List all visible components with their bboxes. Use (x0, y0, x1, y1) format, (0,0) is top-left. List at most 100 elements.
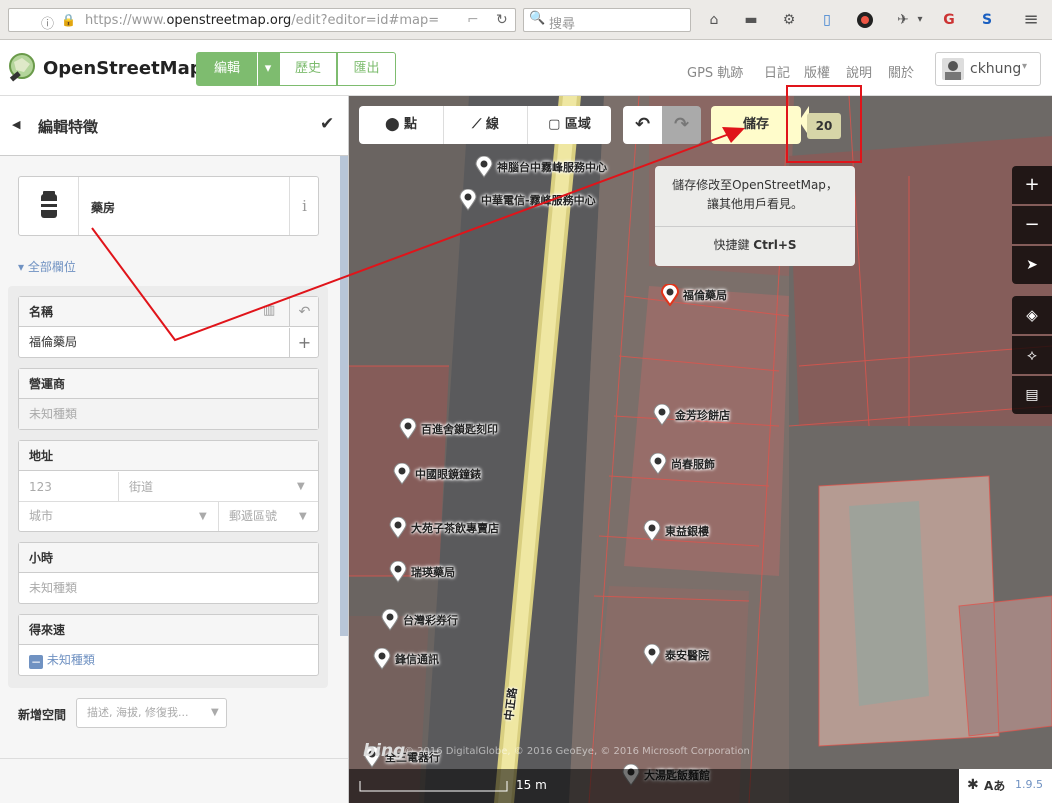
info-icon[interactable]: i (289, 177, 319, 235)
field-operator: 營運商 未知種類 (18, 368, 319, 430)
add-field-label: 新增空間 (18, 708, 67, 722)
chevron-down-icon[interactable]: ▾ (911, 11, 929, 29)
osm-logo-icon[interactable] (8, 52, 38, 87)
add-line-button[interactable]: ⟋ 線 (443, 106, 527, 144)
field-address-header: 地址 (19, 441, 318, 471)
url-bar[interactable]: ⓘ 🔒 https://www.openstreetmap.org/edit?e… (8, 8, 516, 32)
add-area-button[interactable]: ▢ 區域 (527, 106, 611, 144)
add-point-button[interactable]: ⬤ 點 (359, 106, 443, 144)
help-button[interactable]: ▤ (1012, 376, 1052, 414)
poi-label[interactable]: 台灣彩券行 (403, 612, 458, 628)
reload-icon[interactable]: ↻ (496, 12, 508, 28)
geolocate-button[interactable]: ➤ (1012, 246, 1052, 284)
poi-label[interactable]: 尚春服飾 (671, 456, 715, 472)
addon-s-icon[interactable]: S (978, 11, 996, 29)
color-wheel-icon[interactable] (856, 11, 874, 29)
site-title[interactable]: OpenStreetMap (43, 58, 203, 79)
poi-marker-icon[interactable] (660, 283, 680, 307)
minus-icon: − (1024, 214, 1040, 235)
sidebar-scrollbar[interactable] (340, 156, 348, 636)
version-link[interactable]: 1.9.5 (1015, 778, 1043, 791)
poi-marker-icon[interactable] (643, 519, 661, 542)
menu-icon[interactable]: ≡ (1022, 11, 1040, 29)
all-fields-toggle[interactable]: ▾ 全部欄位 (18, 258, 76, 275)
drivethrough-check[interactable]: − 未知種類 (19, 645, 318, 675)
nav-copyright[interactable]: 版權 (804, 62, 830, 81)
poi-marker-icon[interactable] (393, 462, 411, 485)
poi-label[interactable]: 福倫藥局 (683, 287, 727, 303)
poi-label[interactable]: 鋒信通訊 (395, 651, 439, 667)
url-text[interactable]: https://www.openstreetmap.org/edit?edito… (85, 13, 439, 28)
street-input[interactable]: 街道 ▼ (119, 472, 318, 502)
user-menu[interactable]: ckhung ▾ (935, 52, 1041, 86)
poi-marker-icon[interactable] (475, 155, 493, 178)
poi-label[interactable]: 泰安醫院 (665, 647, 709, 663)
checkmark-icon[interactable]: ✔ (320, 114, 334, 134)
nav-about[interactable]: 關於 (888, 62, 914, 81)
triangle-down-icon: ▾ (18, 260, 25, 274)
poi-label[interactable]: 瑞瑛藥局 (411, 564, 455, 580)
city-input[interactable]: 城市 ▼ (19, 502, 219, 531)
page-icon[interactable]: ▯ (818, 11, 836, 29)
poi-marker-icon[interactable] (381, 608, 399, 631)
poi-marker-icon[interactable] (459, 188, 477, 211)
poi-marker-icon[interactable] (643, 643, 661, 666)
bug-icon[interactable]: ✱ (967, 777, 979, 793)
trash-icon[interactable]: ▥ (263, 303, 275, 318)
poi-label[interactable]: 百進舍鎖匙刻印 (421, 421, 498, 437)
poi-label[interactable]: 大苑子茶飲專賣店 (411, 520, 499, 536)
zoom-out-button[interactable]: − (1012, 206, 1052, 244)
map-data-button[interactable]: ⟡ (1012, 336, 1052, 374)
nav-diary[interactable]: 日記 (764, 62, 790, 81)
undo-icon: ↶ (634, 114, 651, 135)
extension-icon[interactable]: ✈ (894, 11, 912, 29)
language-toggle[interactable]: Aあ (984, 777, 1005, 794)
poi-marker-icon[interactable] (649, 452, 667, 475)
home-icon[interactable]: ⌂ (705, 11, 723, 29)
folder-icon[interactable]: ▬ (742, 11, 760, 29)
operator-placeholder: 未知種類 (29, 407, 78, 421)
caret-down-icon: ▾ (264, 61, 272, 76)
poi-marker-icon[interactable] (399, 417, 417, 440)
poi-marker-icon[interactable] (389, 560, 407, 583)
info-icon[interactable]: ⓘ (41, 13, 54, 32)
map-area[interactable]: ⬤ 點 ⟋ 線 ▢ 區域 ↶ ↷ 儲存 20 儲存修改至OpenStreetMa… (349, 96, 1052, 803)
field-hours-label: 小時 (29, 551, 54, 565)
shortcut-prefix: 快捷鍵 (713, 238, 754, 252)
poi-marker-icon[interactable] (389, 516, 407, 539)
tab-export[interactable]: 匯出 (337, 52, 396, 86)
scale-bar[interactable] (359, 777, 509, 793)
add-translation-icon[interactable]: + (289, 328, 319, 357)
background-settings-button[interactable]: ◈ (1012, 296, 1052, 334)
add-field-input[interactable]: 描述, 海拔, 修復我... ▼ (76, 698, 227, 728)
poi-label[interactable]: 中華電信-霧峰服務中心 (481, 192, 596, 208)
search-input[interactable]: 🔍 搜尋 (523, 8, 691, 32)
poi-marker-icon[interactable] (373, 647, 391, 670)
gear-icon[interactable]: ⚙ (780, 11, 798, 29)
poi-label[interactable]: 金芳珍餅店 (675, 407, 730, 423)
postcode-input[interactable]: 郵遞區號 ▼ (219, 502, 318, 531)
zoom-in-button[interactable]: + (1012, 166, 1052, 204)
preset-selector[interactable]: 藥房 i (18, 176, 319, 236)
nav-help[interactable]: 說明 (846, 62, 872, 81)
poi-label[interactable]: 中國眼鏡鐘錶 (415, 466, 481, 482)
poi-label[interactable]: 東益銀樓 (665, 523, 709, 539)
operator-input[interactable]: 未知種類 (19, 399, 318, 429)
undo-button[interactable]: ↶ (623, 106, 662, 144)
edit-dropdown-toggle[interactable]: ▾ (257, 52, 279, 86)
add-field-placeholder: 描述, 海拔, 修復我... (87, 706, 189, 719)
name-input[interactable]: 福倫藥局 (19, 327, 318, 357)
tab-edit[interactable]: 編輯 (196, 52, 258, 86)
housenumber-input[interactable]: 123 (19, 472, 119, 502)
redo-button[interactable]: ↷ (662, 106, 701, 144)
nav-gps-traces[interactable]: GPS 軌跡 (687, 62, 743, 81)
poi-marker-icon[interactable] (653, 403, 671, 426)
greasemonkey-icon[interactable]: G (940, 11, 958, 29)
poi-label[interactable]: 神腦台中霧峰服務中心 (497, 159, 607, 175)
tab-history[interactable]: 歷史 (279, 52, 337, 86)
save-button[interactable]: 儲存 (711, 106, 801, 144)
hours-input[interactable]: 未知種類 (19, 573, 318, 603)
back-arrow-icon[interactable]: ◀ (12, 118, 20, 131)
undo-field-icon[interactable]: ↶ (289, 297, 319, 327)
imagery-attribution[interactable]: © 2016 DigitalGlobe, © 2016 GeoEye, © 20… (404, 746, 750, 757)
